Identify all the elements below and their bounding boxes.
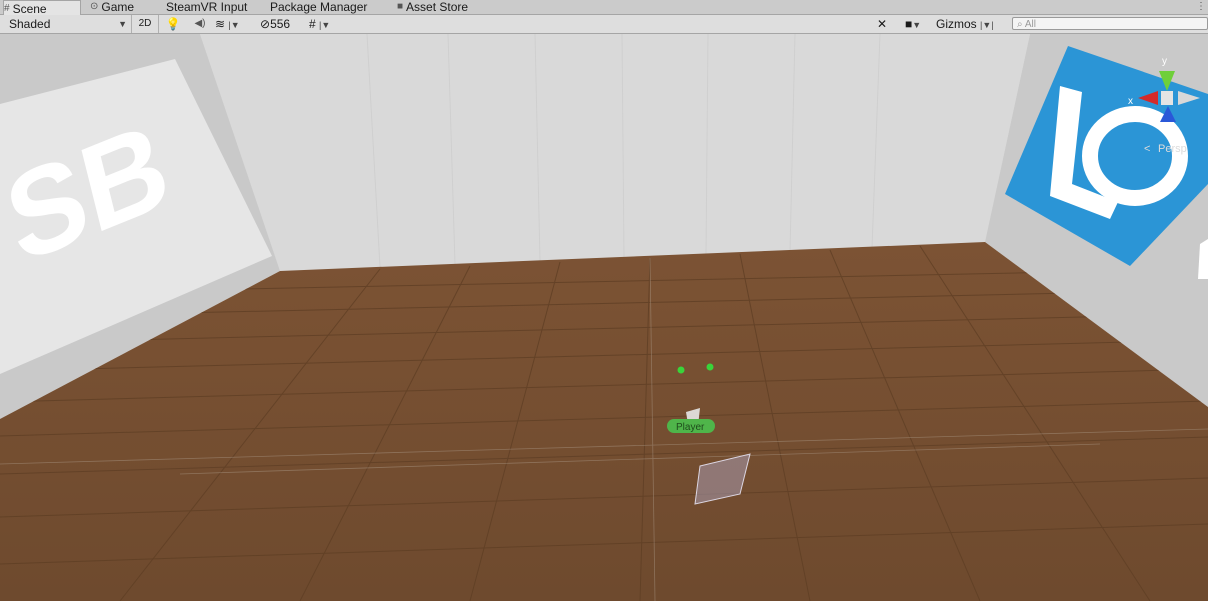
tab-asset-store[interactable]: ■ Asset Store (397, 0, 468, 14)
lighting-toggle[interactable]: 💡 (158, 15, 187, 33)
eye-slash-icon: ⊘ (260, 17, 271, 31)
gizmos-label: Gizmos (936, 17, 977, 31)
gizmo-x-label: x (1128, 96, 1133, 107)
back-wall (200, 34, 1030, 271)
tab-steamvr-input[interactable]: SteamVR Input (166, 0, 247, 14)
tab-game[interactable]: ⊙ Game (90, 0, 134, 14)
gizmo-center-cube[interactable] (1161, 91, 1173, 105)
gizmo-y-label: y (1162, 56, 1167, 67)
chevron-down-icon: |▼ (228, 20, 240, 30)
chevron-down-icon: ▼ (118, 19, 127, 29)
grid-icon: # (309, 17, 316, 31)
controller-marker[interactable] (706, 363, 714, 371)
search-placeholder: All (1024, 19, 1036, 30)
editor-tab-bar: # Scene ⊙ Game SteamVR Input Package Man… (0, 0, 1208, 16)
gamepad-icon: ⊙ (90, 1, 99, 12)
chevron-down-icon: |▼ (319, 20, 331, 30)
scene-viewport[interactable]: SB Player y x z Persp < (0, 34, 1208, 601)
chevron-down-icon: ▼ (912, 20, 922, 30)
grid-dropdown[interactable]: # |▼ (309, 15, 349, 33)
effects-icon: ≋ (215, 17, 226, 31)
tools-toggle[interactable]: ✕ (877, 15, 897, 33)
hidden-objects-toggle[interactable]: ⊘556 (260, 15, 290, 33)
tab-scene[interactable]: # Scene (3, 0, 81, 16)
scene-toolbar: Shaded ▼ 2D 💡 ◀) ≋ |▼ ⊘556 # |▼ ✕ ■▼ Giz… (0, 15, 1208, 34)
shopping-bag-icon: ■ (397, 1, 404, 12)
speaker-icon: ◀) (194, 18, 206, 29)
tab-steamvr-input-label: SteamVR Input (166, 0, 248, 14)
toggle-2d-label: 2D (138, 18, 152, 29)
camera-dropdown[interactable]: ■▼ (905, 15, 931, 33)
scene-search-input[interactable]: ⌕ All (1012, 17, 1208, 30)
lightbulb-icon: 💡 (165, 17, 181, 31)
shading-mode-dropdown[interactable]: Shaded ▼ (9, 15, 131, 33)
scene-grid-icon: # (4, 2, 10, 14)
gizmos-dropdown[interactable]: Gizmos |▼| (936, 15, 994, 33)
tab-game-label: Game (101, 0, 135, 14)
tools-icon: ✕ (877, 17, 888, 31)
gizmo-z-label: z (1166, 128, 1171, 139)
search-icon: ⌕ (1017, 19, 1023, 30)
hidden-objects-count: 556 (270, 17, 291, 31)
tab-asset-store-label: Asset Store (406, 0, 469, 14)
chevron-down-icon: |▼| (980, 20, 994, 30)
effects-dropdown[interactable]: ≋ |▼ (215, 15, 255, 33)
tab-package-manager-label: Package Manager (270, 0, 368, 14)
tab-package-manager[interactable]: Package Manager (270, 0, 367, 14)
audio-toggle[interactable]: ◀) (188, 15, 212, 33)
controller-marker[interactable] (677, 366, 685, 374)
projection-label[interactable]: Persp (1158, 143, 1187, 155)
shading-mode-label: Shaded (9, 17, 51, 31)
toggle-2d-button[interactable]: 2D (131, 15, 158, 33)
tab-menu-icon[interactable]: ⋮ (1196, 0, 1206, 14)
tab-scene-label: Scene (12, 1, 47, 16)
player-label: Player (676, 422, 705, 433)
projection-icon: < (1144, 143, 1150, 155)
